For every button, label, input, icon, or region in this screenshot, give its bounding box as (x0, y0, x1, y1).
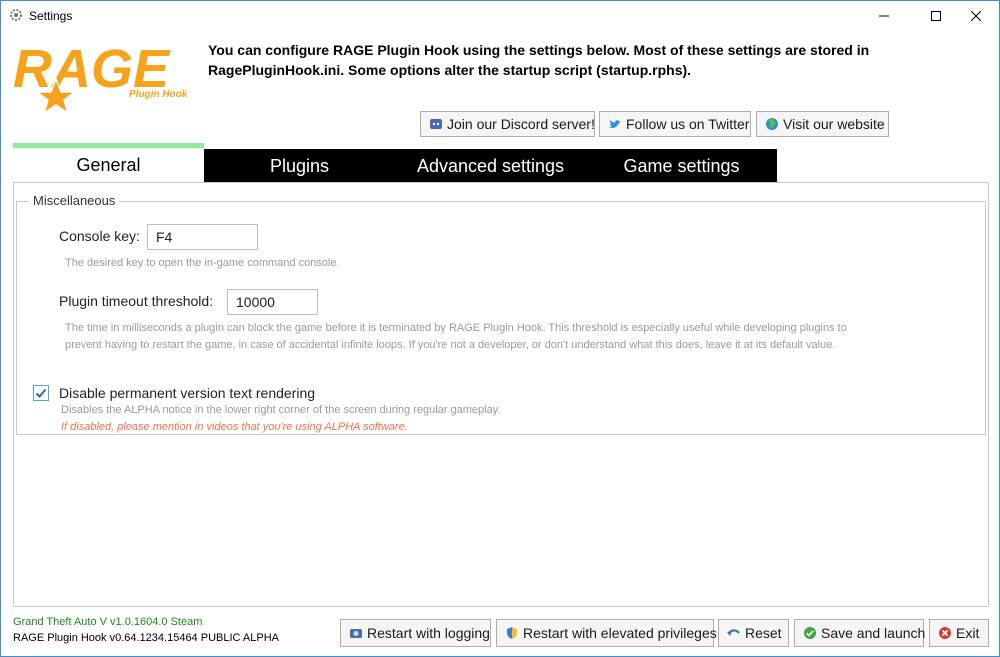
restart-elevated-button[interactable]: Restart with elevated privileges (496, 619, 717, 647)
shield-icon (505, 626, 519, 640)
alpha-warning: If disabled, please mention in videos th… (61, 421, 408, 433)
website-label: Visit our website (783, 116, 885, 132)
close-button[interactable] (953, 1, 999, 31)
tab-game-settings[interactable]: Game settings (586, 149, 777, 183)
group-legend: Miscellaneous (29, 193, 120, 208)
tab-advanced-settings[interactable]: Advanced settings (395, 149, 586, 183)
tab-general[interactable]: General (13, 143, 204, 183)
exit-button[interactable]: Exit (929, 619, 989, 647)
minimize-icon (879, 15, 889, 17)
disable-version-hint: Disables the ALPHA notice in the lower r… (61, 404, 501, 416)
disable-version-label[interactable]: Disable permanent version text rendering (59, 385, 315, 401)
restart-logging-label: Restart with logging (367, 625, 490, 641)
twitter-button[interactable]: Follow us on Twitter (599, 111, 751, 137)
tab-bar: General Plugins Advanced settings Game s… (13, 143, 777, 183)
minimize-button[interactable] (861, 1, 907, 31)
close-icon (971, 11, 981, 21)
rage-logo: RAGE Plugin Hook (13, 39, 188, 113)
website-button[interactable]: Visit our website (756, 111, 889, 137)
exit-label: Exit (956, 625, 980, 641)
timeout-hint-line1: The time in milliseconds a plugin can bl… (65, 322, 847, 334)
undo-icon (727, 626, 741, 640)
camera-icon (349, 626, 363, 640)
globe-icon (765, 117, 779, 131)
settings-window: Settings RAGE Plugin Hook You can config… (0, 0, 1000, 657)
twitter-label: Follow us on Twitter (626, 116, 750, 132)
console-key-label: Console key: (59, 228, 140, 244)
maximize-icon (931, 11, 941, 21)
game-version-status: Grand Theft Auto V v1.0.1604.0 Steam (13, 616, 203, 628)
general-panel: Miscellaneous Console key: F4 The desire… (13, 182, 989, 607)
timeout-label: Plugin timeout threshold: (59, 293, 214, 309)
window-title: Settings (29, 9, 73, 23)
twitter-icon (608, 117, 622, 131)
discord-icon (429, 117, 443, 131)
discord-button[interactable]: Join our Discord server! (420, 111, 595, 137)
rph-version-status: RAGE Plugin Hook v0.64.1234.15464 PUBLIC… (13, 632, 279, 644)
intro-text: You can configure RAGE Plugin Hook using… (208, 42, 870, 78)
save-launch-button[interactable]: Save and launch (794, 619, 926, 647)
reset-button[interactable]: Reset (718, 619, 789, 647)
console-key-input[interactable]: F4 (147, 224, 258, 250)
console-key-hint: The desired key to open the in-game comm… (65, 257, 340, 269)
checkmark-icon (35, 388, 47, 398)
title-bar: Settings (1, 1, 999, 31)
timeout-hint-line2: prevent having to restart the game, in c… (65, 339, 836, 351)
reset-label: Reset (745, 625, 782, 641)
miscellaneous-group: Miscellaneous Console key: F4 The desire… (16, 193, 986, 435)
restart-logging-button[interactable]: Restart with logging (340, 619, 491, 647)
svg-text:Plugin Hook: Plugin Hook (129, 89, 188, 100)
save-launch-label: Save and launch (821, 625, 926, 641)
restart-elevated-label: Restart with elevated privileges (523, 625, 717, 641)
check-circle-icon (803, 626, 817, 640)
gear-icon (9, 8, 23, 22)
discord-label: Join our Discord server! (447, 116, 595, 132)
timeout-input[interactable]: 10000 (227, 289, 318, 315)
disable-version-checkbox[interactable] (33, 385, 49, 401)
x-circle-icon (938, 626, 952, 640)
tab-plugins[interactable]: Plugins (204, 149, 395, 183)
